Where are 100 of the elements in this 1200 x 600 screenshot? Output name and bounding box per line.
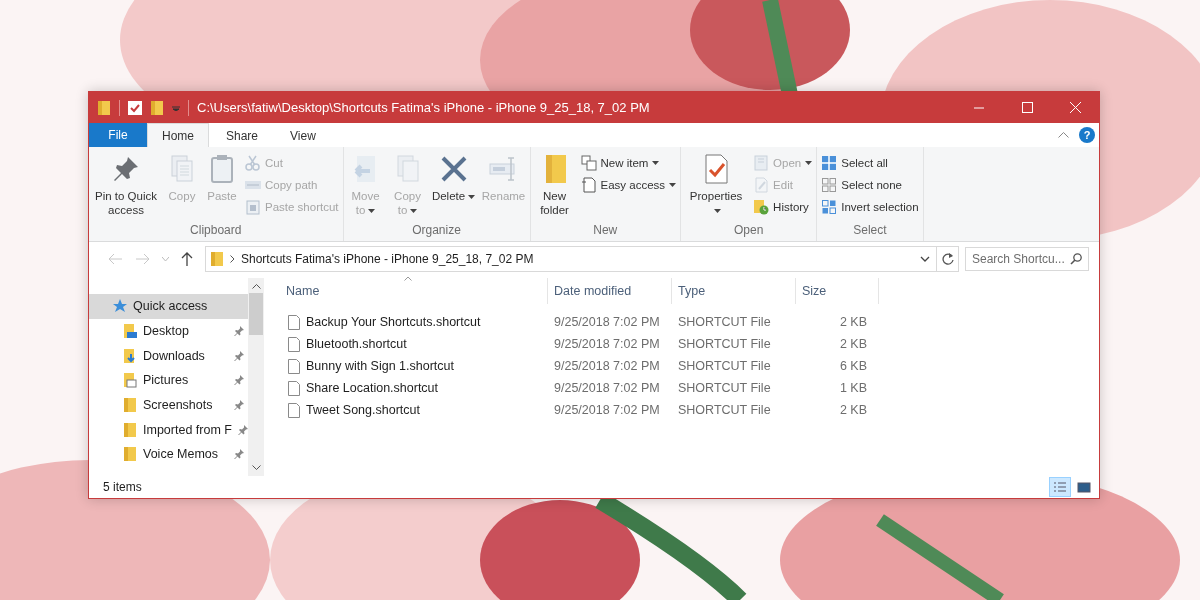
dropdown-icon [920, 256, 930, 262]
forward-icon [136, 253, 150, 265]
select-none-button[interactable]: Select none [821, 175, 919, 194]
pictures-folder-icon [123, 372, 137, 389]
star-icon [113, 299, 127, 314]
new-item-icon [580, 154, 597, 171]
history-button[interactable]: History [753, 197, 813, 216]
file-type: SHORTCUT File [677, 337, 772, 351]
sidebar-item[interactable]: Screenshots [89, 392, 248, 418]
file-size: 2 KB [838, 403, 868, 417]
file-name[interactable]: Tweet Song.shortcut [306, 403, 420, 417]
ribbon-tab[interactable]: Share [211, 123, 274, 147]
desktop-folder-icon [123, 323, 137, 340]
new-item-button[interactable]: New item [580, 153, 677, 172]
search-icon [1070, 253, 1082, 265]
list-view-icon [1053, 480, 1067, 494]
ribbon-group-label: Select [852, 222, 888, 239]
file-icon [288, 358, 300, 374]
date-modified: 9/25/2018 7:02 PM [553, 337, 661, 351]
file-size: 1 KB [838, 381, 868, 395]
close-icon [1069, 102, 1081, 113]
select-all-icon [821, 154, 838, 171]
ribbon-group-label: Clipboard [189, 222, 243, 239]
date-modified: 9/25/2018 7:02 PM [553, 315, 661, 329]
file-type: SHORTCUT File [677, 359, 772, 373]
ribbon-group-label: New [592, 222, 619, 239]
folder-icon [123, 446, 137, 463]
ribbon-tab[interactable]: View [275, 123, 331, 147]
column-header[interactable]: Size [796, 278, 879, 304]
date-modified: 9/25/2018 7:02 PM [553, 381, 661, 395]
file-size: 2 KB [838, 337, 868, 351]
search-field[interactable]: Search Shortcu... [965, 247, 1089, 271]
file-menu-tab[interactable]: File [89, 123, 147, 147]
scroll-down-icon [251, 465, 261, 470]
item-count: 5 items [103, 480, 142, 494]
file-name[interactable]: Backup Your Shortcuts.shortcut [306, 315, 481, 329]
delete-button[interactable]: Delete [431, 151, 476, 221]
file-icon [288, 314, 300, 330]
easy-access-button[interactable]: Easy access [580, 175, 677, 194]
date-modified: 9/25/2018 7:02 PM [553, 359, 661, 373]
collapse-ribbon-icon [1058, 132, 1069, 138]
sidebar-item[interactable]: Pictures [89, 368, 248, 393]
new-folder-button[interactable]: New folder [534, 151, 575, 221]
file-type: SHORTCUT File [677, 315, 772, 329]
file-size: 2 KB [838, 315, 868, 329]
ribbon-group-label: Open [732, 222, 765, 239]
scissors-icon [245, 154, 261, 171]
scrollbar[interactable] [248, 278, 264, 476]
edit-icon [753, 176, 770, 193]
document-icon [580, 176, 597, 193]
invert-selection-icon [821, 198, 838, 215]
paste-shortcut-icon [245, 198, 261, 215]
properties-button[interactable]: Properties [685, 151, 748, 221]
ribbon-tab[interactable]: Home [147, 123, 209, 147]
scroll-thumb[interactable] [249, 293, 263, 335]
back-icon [108, 253, 122, 265]
date-modified: 9/25/2018 7:02 PM [553, 403, 661, 417]
column-header[interactable]: Name [280, 278, 548, 304]
file-size: 6 KB [838, 359, 868, 373]
caret-icon [161, 257, 169, 261]
up-arrow-icon [181, 252, 193, 266]
column-header[interactable]: Date modified [548, 278, 672, 304]
properties-icon [128, 100, 142, 115]
folder-icon [123, 397, 137, 414]
invert-selection-button[interactable]: Invert selection [821, 197, 919, 216]
file-type: SHORTCUT File [677, 403, 772, 417]
scroll-up-icon [251, 284, 261, 289]
refresh-icon [941, 253, 954, 265]
picture-icon [1077, 480, 1091, 494]
sort-indicator-icon [404, 276, 412, 281]
select-all-button[interactable]: Select all [821, 153, 919, 172]
sidebar-item[interactable]: Downloads [89, 343, 248, 369]
select-none-icon [821, 176, 838, 193]
file-icon [288, 402, 300, 418]
file-name[interactable]: Bunny with Sign 1.shortcut [306, 359, 454, 373]
chevron-icon [230, 255, 235, 263]
ribbon-group-label: Organize [411, 222, 462, 239]
file-icon [288, 336, 300, 352]
folder-icon [150, 99, 164, 116]
folder-icon [210, 251, 224, 267]
file-icon [288, 380, 300, 396]
sidebar-item[interactable]: Voice Memos [89, 442, 248, 467]
file-type: SHORTCUT File [677, 381, 772, 395]
sidebar-item[interactable]: Imported from F [89, 417, 248, 443]
maximize-icon [1021, 102, 1033, 113]
help-button[interactable]: ? [1079, 127, 1095, 143]
folder-icon [97, 99, 111, 116]
sidebar-item[interactable]: Desktop [89, 318, 248, 344]
history-icon [753, 198, 770, 215]
file-name[interactable]: Share Location.shortcut [306, 381, 439, 395]
caret-icon [172, 104, 180, 111]
breadcrumb-path[interactable]: Shortcuts Fatima's iPhone - iPhone 9_25_18, 7_02 PM [241, 252, 914, 266]
column-header[interactable]: Type [672, 278, 796, 304]
downloads-folder-icon [123, 347, 137, 364]
window-title: C:\Users\fatiw\Desktop\Shortcuts Fatima's iPhone - iPhone 9_25_18, 7_02 PM [197, 100, 650, 115]
pin-button[interactable]: Pin to Quick access [93, 151, 159, 221]
address-bar[interactable]: Shortcuts Fatima's iPhone - iPhone 9_25_18, 7_02 PM [205, 246, 959, 272]
folder-icon [123, 421, 137, 438]
sidebar-item[interactable]: Quick access [89, 294, 248, 319]
file-name[interactable]: Bluetooth.shortcut [306, 337, 407, 351]
